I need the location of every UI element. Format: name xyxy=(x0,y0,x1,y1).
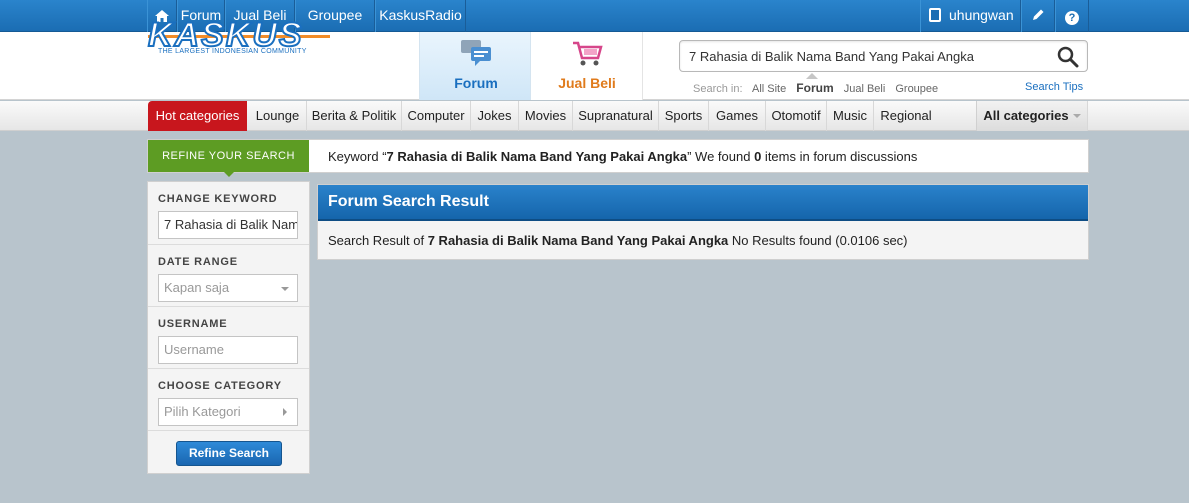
search-icon[interactable] xyxy=(1057,46,1079,68)
date-range-section: DATE RANGE Kapan saja xyxy=(148,245,309,307)
category-berita-politik[interactable]: Berita & Politik xyxy=(307,101,402,131)
search-scope-caret xyxy=(806,73,818,79)
summary-suffix: items in forum discussions xyxy=(761,149,918,164)
date-range-select[interactable]: Kapan saja xyxy=(158,274,298,302)
tab-forum[interactable]: Forum xyxy=(419,32,531,100)
refine-pointer-arrow xyxy=(224,172,234,177)
result-header: Forum Search Result xyxy=(318,185,1088,221)
category-computer[interactable]: Computer xyxy=(402,101,471,131)
category-music[interactable]: Music xyxy=(827,101,874,131)
category-supranatural[interactable]: Supranatural xyxy=(573,101,659,131)
category-select-value: Pilih Kategori xyxy=(164,404,241,419)
category-jokes[interactable]: Jokes xyxy=(471,101,519,131)
chevron-down-icon xyxy=(281,287,289,291)
category-movies[interactable]: Movies xyxy=(519,101,573,131)
category-sports[interactable]: Sports xyxy=(659,101,709,131)
result-title: Forum Search Result xyxy=(328,193,489,210)
forum-chat-icon xyxy=(461,40,491,66)
category-otomotif[interactable]: Otomotif xyxy=(766,101,827,131)
chevron-down-icon xyxy=(1072,114,1081,118)
pencil-icon xyxy=(1033,9,1044,20)
edit-button[interactable] xyxy=(1021,0,1055,32)
username-label: USERNAME xyxy=(158,318,228,330)
search-scope: Search in: All Site Forum Jual Beli Grou… xyxy=(693,81,945,95)
refine-your-search-label: REFINE YOUR SEARCH xyxy=(148,140,309,172)
username-input[interactable]: Username xyxy=(158,336,298,364)
date-range-value: Kapan saja xyxy=(164,280,230,295)
category-lounge[interactable]: Lounge xyxy=(249,101,307,131)
summary-prefix: Keyword “ xyxy=(328,149,387,164)
hot-categories-tab[interactable]: Hot categories xyxy=(148,101,247,131)
username-label: uhungwan xyxy=(949,7,1014,23)
tab-forum-label: Forum xyxy=(454,75,498,91)
search-scope-groupee[interactable]: Groupee xyxy=(895,83,938,95)
shopping-cart-icon xyxy=(573,41,603,66)
help-button[interactable]: ? xyxy=(1055,0,1089,32)
search-scope-forum[interactable]: Forum xyxy=(796,81,833,95)
all-categories-dropdown[interactable]: All categories xyxy=(976,101,1088,131)
all-categories-label: All categories xyxy=(983,108,1069,123)
date-range-label: DATE RANGE xyxy=(158,256,238,268)
refine-bar: REFINE YOUR SEARCH Keyword “7 Rahasia di… xyxy=(147,139,1089,177)
refine-search-button[interactable]: Refine Search xyxy=(176,441,282,466)
kaskus-logo[interactable]: KASKUS THE LARGEST INDONESIAN COMMUNITY xyxy=(147,16,330,58)
category-regional[interactable]: Regional xyxy=(874,101,938,131)
result-message: Search Result of 7 Rahasia di Balik Nama… xyxy=(328,233,908,248)
topnav-kaskusradio-link[interactable]: KaskusRadio xyxy=(375,0,466,32)
change-keyword-label: CHANGE KEYWORD xyxy=(158,193,278,205)
refine-sidebar: CHANGE KEYWORD 7 Rahasia di Balik Nama B… xyxy=(147,181,310,474)
search-tips-link[interactable]: Search Tips xyxy=(1025,81,1083,93)
keyword-input[interactable]: 7 Rahasia di Balik Nama Band Yang Pakai … xyxy=(158,211,298,239)
choose-category-label: CHOOSE CATEGORY xyxy=(158,380,282,392)
logo-text: KASKUS xyxy=(147,16,304,54)
search-summary-message: Keyword “7 Rahasia di Balik Nama Band Ya… xyxy=(328,149,917,164)
search-input-value: 7 Rahasia di Balik Nama Band Yang Pakai … xyxy=(689,49,974,64)
search-scope-all-site[interactable]: All Site xyxy=(752,83,786,95)
search-input[interactable]: 7 Rahasia di Balik Nama Band Yang Pakai … xyxy=(679,40,1088,72)
summary-mid: ” We found xyxy=(687,149,755,164)
search-in-label: Search in: xyxy=(693,83,743,95)
result-suffix: No Results found (0.0106 sec) xyxy=(728,233,908,248)
help-icon: ? xyxy=(1065,11,1079,25)
category-select[interactable]: Pilih Kategori xyxy=(158,398,298,426)
user-menu[interactable]: uhungwan xyxy=(920,0,1021,32)
chevron-right-icon xyxy=(283,408,287,416)
logo-tagline: THE LARGEST INDONESIAN COMMUNITY xyxy=(158,48,307,55)
summary-keyword: 7 Rahasia di Balik Nama Band Yang Pakai … xyxy=(386,149,688,164)
forum-search-result-panel: Forum Search Result Search Result of 7 R… xyxy=(317,184,1089,260)
tab-jual-beli-label: Jual Beli xyxy=(558,75,616,91)
category-bar: Hot categories Lounge Berita & Politik C… xyxy=(0,101,1189,131)
change-keyword-section: CHANGE KEYWORD 7 Rahasia di Balik Nama B… xyxy=(148,182,309,245)
result-prefix: Search Result of xyxy=(328,233,428,248)
user-icon xyxy=(929,8,941,22)
category-section: CHOOSE CATEGORY Pilih Kategori xyxy=(148,369,309,431)
result-keyword: 7 Rahasia di Balik Nama Band Yang Pakai … xyxy=(427,233,729,248)
search-scope-jual-beli[interactable]: Jual Beli xyxy=(844,83,886,95)
username-section: USERNAME Username xyxy=(148,307,309,369)
tab-jual-beli[interactable]: Jual Beli xyxy=(531,32,643,100)
category-games[interactable]: Games xyxy=(709,101,766,131)
